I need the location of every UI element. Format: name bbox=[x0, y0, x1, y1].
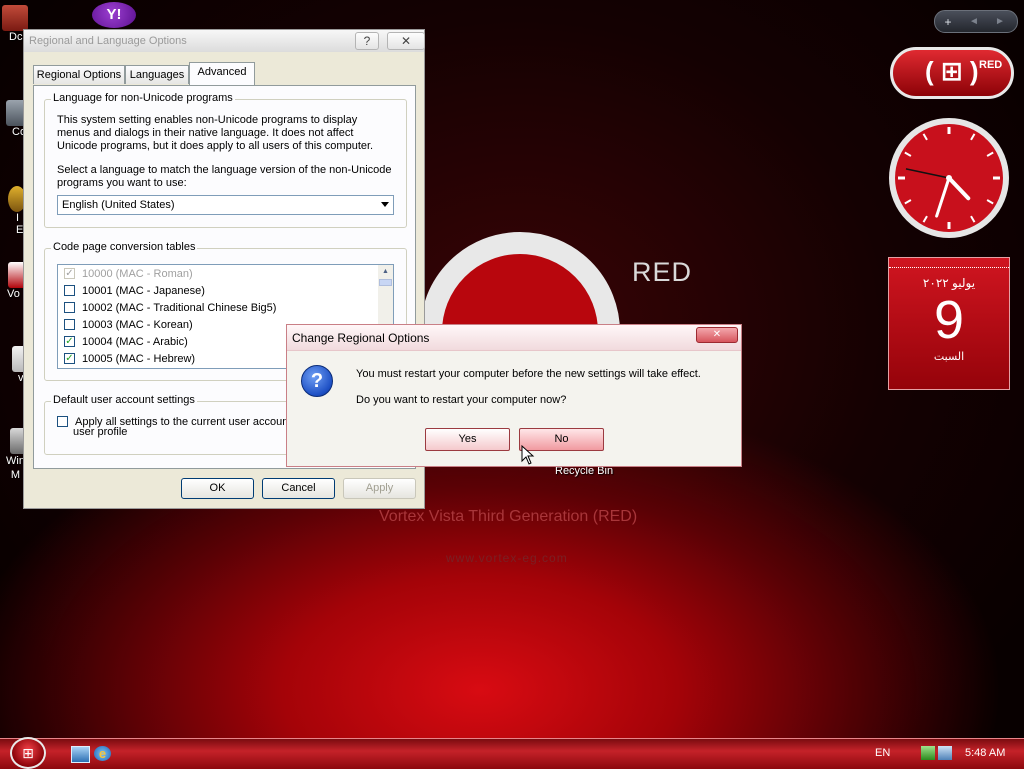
language-select[interactable]: English (United States) bbox=[57, 195, 394, 215]
codepage-checkbox[interactable] bbox=[64, 302, 75, 313]
internet-explorer-icon[interactable]: e bbox=[94, 746, 111, 761]
wallpaper-brand: RED bbox=[632, 257, 693, 287]
codepage-label: 10004 (MAC - Arabic) bbox=[82, 335, 188, 348]
list-item[interactable]: 10001 (MAC - Japanese) bbox=[64, 282, 205, 299]
codepage-checkbox[interactable] bbox=[64, 285, 75, 296]
calendar-binding bbox=[889, 258, 1009, 268]
help-button[interactable]: ? bbox=[355, 32, 379, 50]
network-icon[interactable] bbox=[938, 746, 952, 760]
list-item[interactable]: 10002 (MAC - Traditional Chinese Big5) bbox=[64, 299, 276, 316]
message-body: ? You must restart your computer before … bbox=[287, 351, 741, 466]
show-desktop-icon[interactable] bbox=[71, 746, 90, 763]
taskbar: ⊞ e EN 5:48 AM bbox=[0, 737, 1024, 769]
codepage-checkbox[interactable] bbox=[64, 319, 75, 330]
language-indicator[interactable]: EN bbox=[875, 747, 890, 759]
scroll-up-icon[interactable]: ▲ bbox=[378, 265, 393, 279]
gadget-controls: + ◄ ► bbox=[934, 10, 1018, 33]
message-line-1: You must restart your computer before th… bbox=[356, 368, 701, 380]
codepage-checkbox[interactable]: ✓ bbox=[64, 353, 75, 364]
apply-all-checkbox[interactable] bbox=[57, 416, 68, 427]
tab-languages[interactable]: Languages bbox=[125, 65, 189, 84]
apply-all-label-continued: user profile bbox=[73, 426, 128, 438]
default-user-caption: Default user account settings bbox=[51, 394, 197, 406]
clock-gadget[interactable] bbox=[887, 116, 1011, 240]
desktop-icon-yahoo[interactable]: Y! bbox=[92, 2, 138, 30]
ok-button[interactable]: OK bbox=[181, 478, 254, 499]
yahoo-messenger-icon: Y! bbox=[92, 2, 136, 28]
cancel-button[interactable]: Cancel bbox=[262, 478, 335, 499]
calendar-weekday: السبت bbox=[933, 351, 965, 363]
folder-icon bbox=[2, 5, 28, 31]
tab-advanced[interactable]: Advanced bbox=[189, 62, 255, 85]
windows-logo-icon: ( ⊞ ) bbox=[925, 56, 979, 86]
question-icon: ? bbox=[301, 365, 333, 397]
message-titlebar[interactable]: Change Regional Options ✕ bbox=[287, 325, 741, 351]
list-item: ✓ 10000 (MAC - Roman) bbox=[64, 265, 193, 282]
mouse-cursor-icon bbox=[521, 445, 535, 465]
previous-page-button[interactable]: ◄ bbox=[961, 16, 987, 27]
list-item[interactable]: 10003 (MAC - Korean) bbox=[64, 316, 193, 333]
message-line-2: Do you want to restart your computer now… bbox=[356, 394, 567, 406]
nonunicode-caption: Language for non-Unicode programs bbox=[51, 92, 235, 104]
list-item[interactable]: ✓ 10005 (MAC - Hebrew) bbox=[64, 350, 195, 367]
codepage-label: 10001 (MAC - Japanese) bbox=[82, 284, 205, 297]
restart-message-box: Change Regional Options ✕ ? You must res… bbox=[286, 324, 742, 467]
calendar-month: يوليو ٢٠٢٢ bbox=[922, 276, 976, 290]
next-page-button[interactable]: ► bbox=[987, 16, 1013, 27]
security-shield-icon[interactable] bbox=[921, 746, 935, 760]
close-icon[interactable]: ✕ bbox=[696, 327, 738, 343]
close-button[interactable]: ✕ bbox=[387, 32, 425, 50]
codepages-caption: Code page conversion tables bbox=[51, 241, 198, 253]
start-button[interactable]: ⊞ bbox=[10, 737, 46, 769]
scroll-thumb[interactable] bbox=[379, 279, 392, 286]
chevron-down-icon[interactable] bbox=[381, 202, 389, 207]
message-title: Change Regional Options bbox=[292, 331, 430, 345]
wallpaper-caption: Vortex Vista Third Generation (RED) bbox=[379, 508, 638, 525]
codepage-checkbox: ✓ bbox=[64, 268, 75, 279]
clock-time[interactable]: 5:48 AM bbox=[965, 747, 1005, 759]
codepage-checkbox[interactable]: ✓ bbox=[64, 336, 75, 347]
windows-logo-icon: ⊞ bbox=[22, 745, 34, 761]
dialog-titlebar[interactable]: Regional and Language Options ? ✕ bbox=[24, 30, 425, 52]
tab-regional-options[interactable]: Regional Options bbox=[33, 65, 125, 84]
codepage-label: 10002 (MAC - Traditional Chinese Big5) bbox=[82, 301, 277, 314]
nonunicode-prompt: Select a language to match the language … bbox=[57, 164, 392, 189]
red-badge-gadget[interactable]: ( ⊞ ) RED bbox=[890, 47, 1014, 99]
calendar-day: 9 bbox=[933, 290, 965, 350]
codepage-label: 10000 (MAC - Roman) bbox=[82, 267, 193, 280]
add-gadget-button[interactable]: + bbox=[935, 15, 961, 29]
yes-button[interactable]: Yes bbox=[425, 428, 510, 451]
codepage-label: 10005 (MAC - Hebrew) bbox=[82, 352, 196, 365]
wallpaper-url: www.vortex-eg.com bbox=[446, 551, 568, 565]
badge-text: RED bbox=[979, 59, 1003, 71]
list-item[interactable]: ✓ 10004 (MAC - Arabic) bbox=[64, 333, 188, 350]
language-select-value: English (United States) bbox=[62, 199, 175, 211]
calendar-gadget[interactable]: يوليو ٢٠٢٢ 9 السبت bbox=[888, 257, 1010, 390]
dialog-title: Regional and Language Options bbox=[29, 35, 187, 47]
nonunicode-description: This system setting enables non-Unicode … bbox=[57, 114, 374, 152]
apply-button[interactable]: Apply bbox=[343, 478, 416, 499]
codepage-label: 10003 (MAC - Korean) bbox=[82, 318, 193, 331]
